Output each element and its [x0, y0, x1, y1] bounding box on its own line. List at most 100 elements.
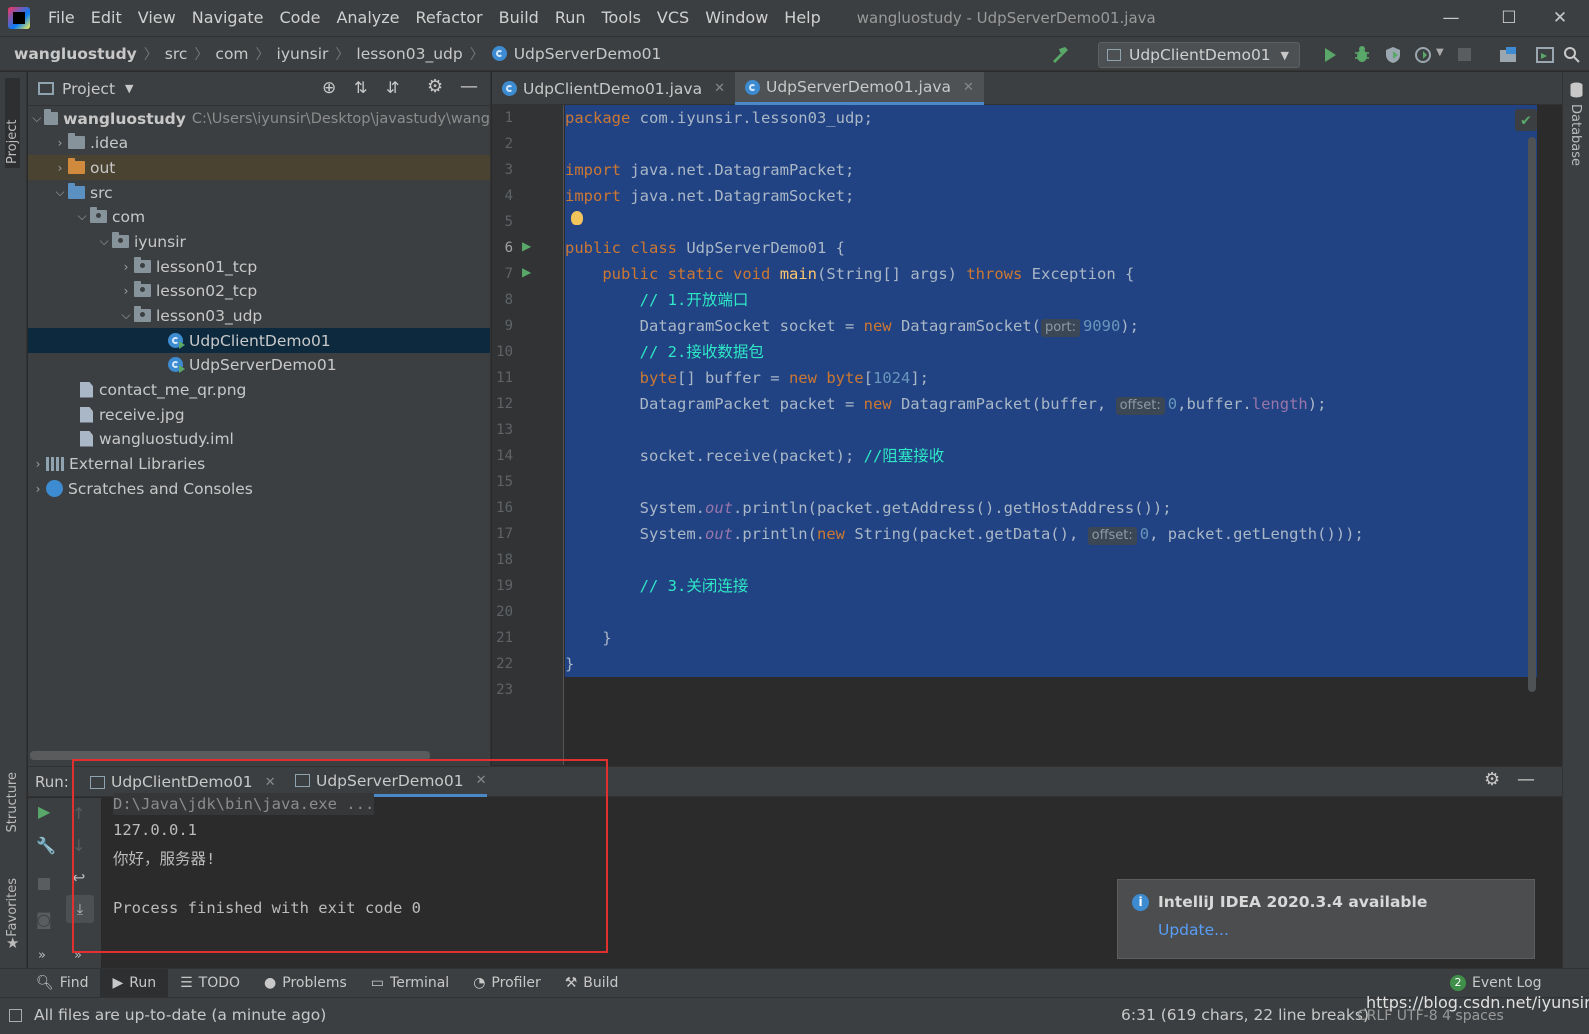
- wrench-icon[interactable]: 🔧: [36, 836, 56, 855]
- tree-item-qr-png[interactable]: contact_me_qr.png: [28, 377, 490, 402]
- inspection-ok-check-icon[interactable]: ✔: [1515, 109, 1537, 131]
- menu-view[interactable]: View: [130, 0, 184, 36]
- tree-item-udp-client[interactable]: UdpClientDemo01: [28, 328, 490, 353]
- run-configuration-label: UdpClientDemo01: [1129, 46, 1271, 64]
- menu-navigate[interactable]: Navigate: [184, 0, 272, 36]
- menu-window[interactable]: Window: [697, 0, 776, 36]
- more-icon[interactable]: »: [38, 948, 46, 963]
- package-icon: [134, 257, 151, 273]
- terminal-tool-button[interactable]: ▭ Terminal: [359, 969, 461, 998]
- tree-item-external-libraries[interactable]: › External Libraries: [28, 451, 490, 476]
- menu-file[interactable]: File: [40, 0, 83, 36]
- breadcrumb-iyunsir[interactable]: iyunsir: [274, 45, 332, 63]
- chevron-down-icon[interactable]: ▼: [125, 82, 133, 95]
- tree-item-label: contact_me_qr.png: [99, 380, 247, 399]
- project-structure-icon[interactable]: [1498, 45, 1518, 65]
- camera-icon[interactable]: ◙: [36, 910, 52, 929]
- tool-label: Find: [59, 975, 89, 991]
- layout-icon[interactable]: [1535, 45, 1555, 65]
- menu-analyze[interactable]: Analyze: [328, 0, 407, 36]
- tree-item-lesson02[interactable]: › lesson02_tcp: [28, 278, 490, 303]
- tree-item-iyunsir[interactable]: ⌵ iyunsir: [28, 229, 490, 254]
- close-tab-icon[interactable]: ✕: [963, 80, 974, 95]
- breadcrumb-lesson03[interactable]: lesson03_udp: [353, 45, 465, 63]
- run-gutter-icon[interactable]: ▶: [522, 239, 531, 253]
- minimize-button[interactable]: —: [1422, 0, 1480, 36]
- favorites-tool-window-button[interactable]: Favorites: [5, 878, 20, 937]
- package-icon: [134, 306, 151, 322]
- breadcrumb-com[interactable]: com: [212, 45, 251, 63]
- hide-panel-icon[interactable]: —: [460, 76, 478, 97]
- structure-tool-window-button[interactable]: Structure: [5, 772, 20, 832]
- java-class-icon: [491, 46, 507, 61]
- problems-tool-button[interactable]: ● Problems: [252, 969, 359, 998]
- run-configuration-dropdown[interactable]: UdpClientDemo01 ▼: [1098, 42, 1300, 68]
- tree-item-lesson03[interactable]: ⌵ lesson03_udp: [28, 303, 490, 328]
- coverage-shield-icon[interactable]: [1383, 45, 1403, 65]
- project-view-icon: [38, 82, 54, 95]
- code-line-11: byte[] buffer = new byte[1024];: [639, 369, 929, 387]
- tree-item-src[interactable]: ⌵ src: [28, 180, 490, 205]
- maximize-button[interactable]: ☐: [1480, 0, 1538, 36]
- tree-item-udp-server[interactable]: UdpServerDemo01: [28, 352, 490, 377]
- menu-vcs[interactable]: VCS: [649, 0, 697, 36]
- tree-item-iml[interactable]: wangluostudy.iml: [28, 426, 490, 451]
- breadcrumb-project[interactable]: wangluostudy: [0, 45, 140, 63]
- tree-item-idea[interactable]: › .idea: [28, 130, 490, 155]
- profiler-tool-button[interactable]: ◔ Profiler: [461, 969, 553, 998]
- editor-gutter[interactable]: 1 2 3 4 5 6 7 8 9 10 11 12 13 14 15 16 1…: [492, 105, 564, 765]
- locate-crosshair-icon[interactable]: ⊕: [322, 78, 336, 98]
- menu-edit[interactable]: Edit: [83, 0, 130, 36]
- gear-icon[interactable]: ⚙: [1484, 769, 1500, 790]
- tree-item-scratches[interactable]: › Scratches and Consoles: [28, 476, 490, 501]
- run-tool-button[interactable]: ▶ Run: [100, 968, 169, 998]
- editor-vertical-scrollbar[interactable]: [1528, 137, 1536, 692]
- menu-refactor[interactable]: Refactor: [408, 0, 491, 36]
- toggle-tool-windows-icon[interactable]: [9, 1009, 22, 1022]
- project-tool-window-button[interactable]: Project: [5, 78, 20, 168]
- menu-run[interactable]: Run: [547, 0, 594, 36]
- breadcrumb-class[interactable]: UdpServerDemo01: [511, 45, 665, 63]
- rerun-icon[interactable]: ▶: [38, 802, 50, 821]
- stop-icon[interactable]: [1458, 48, 1471, 61]
- breadcrumb-src[interactable]: src: [162, 45, 191, 63]
- chevron-right-icon: ›: [35, 481, 41, 496]
- close-tab-icon[interactable]: ✕: [714, 81, 725, 96]
- tree-item-out[interactable]: › out: [28, 155, 490, 180]
- debug-bug-icon[interactable]: [1352, 45, 1372, 65]
- expand-all-icon[interactable]: ⇅: [354, 78, 367, 97]
- gear-icon[interactable]: ⚙: [427, 76, 443, 97]
- lightbulb-icon[interactable]: [571, 211, 583, 225]
- line-number: 16: [496, 500, 513, 516]
- caret-position[interactable]: 6:31 (619 chars, 22 line breaks): [1121, 1006, 1369, 1024]
- build-tool-button[interactable]: ⚒ Build: [553, 969, 631, 998]
- stop-icon[interactable]: [38, 878, 50, 890]
- tree-item-project-root[interactable]: ⌵ wangluostudy C:\Users\iyunsir\Desktop\…: [28, 106, 490, 131]
- code-line-8: // 1.开放端口: [639, 291, 749, 309]
- database-tool-window-button[interactable]: Database: [1568, 104, 1583, 166]
- java-class-icon: [168, 333, 185, 349]
- run-play-icon[interactable]: [1320, 45, 1340, 65]
- tree-item-com[interactable]: ⌵ com: [28, 204, 490, 229]
- menu-tools[interactable]: Tools: [594, 0, 649, 36]
- menu-help[interactable]: Help: [776, 0, 828, 36]
- find-tool-button[interactable]: 🔍︎ Find: [24, 969, 100, 998]
- project-panel-title[interactable]: Project: [62, 80, 115, 98]
- tab-udp-server[interactable]: UdpServerDemo01.java ✕: [734, 72, 984, 105]
- close-window-button[interactable]: ✕: [1531, 0, 1589, 36]
- code-editor[interactable]: package com.iyunsir.lesson03_udp; import…: [565, 105, 1537, 765]
- more-run-options-icon[interactable]: ▼: [1436, 47, 1444, 58]
- profiler-icon[interactable]: [1413, 45, 1433, 65]
- tree-item-receive-jpg[interactable]: receive.jpg: [28, 402, 490, 427]
- run-gutter-icon[interactable]: ▶: [522, 265, 531, 279]
- build-hammer-icon[interactable]: [1050, 45, 1070, 65]
- menu-code[interactable]: Code: [272, 0, 329, 36]
- tree-item-lesson01[interactable]: › lesson01_tcp: [28, 254, 490, 279]
- tab-udp-client[interactable]: UdpClientDemo01.java ✕: [492, 72, 735, 105]
- todo-tool-button[interactable]: ☰ TODO: [168, 969, 252, 998]
- hide-panel-icon[interactable]: —: [1517, 769, 1535, 790]
- collapse-all-icon[interactable]: ⇵: [386, 78, 399, 97]
- menu-build[interactable]: Build: [491, 0, 547, 36]
- search-icon[interactable]: [1562, 45, 1582, 65]
- update-link[interactable]: Update...: [1158, 921, 1229, 939]
